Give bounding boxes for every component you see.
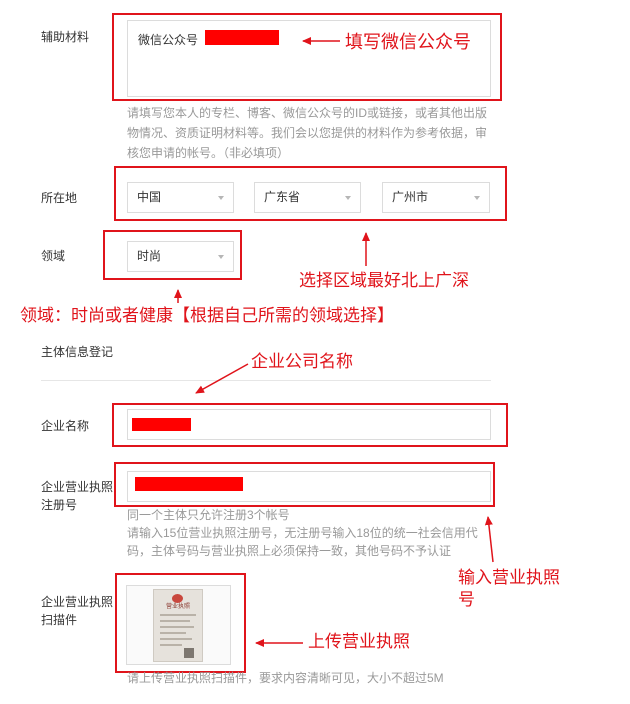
arrow-to-company-name [195,363,249,394]
annotation-arrows [174,37,494,647]
arrow-to-license-number [484,516,494,563]
